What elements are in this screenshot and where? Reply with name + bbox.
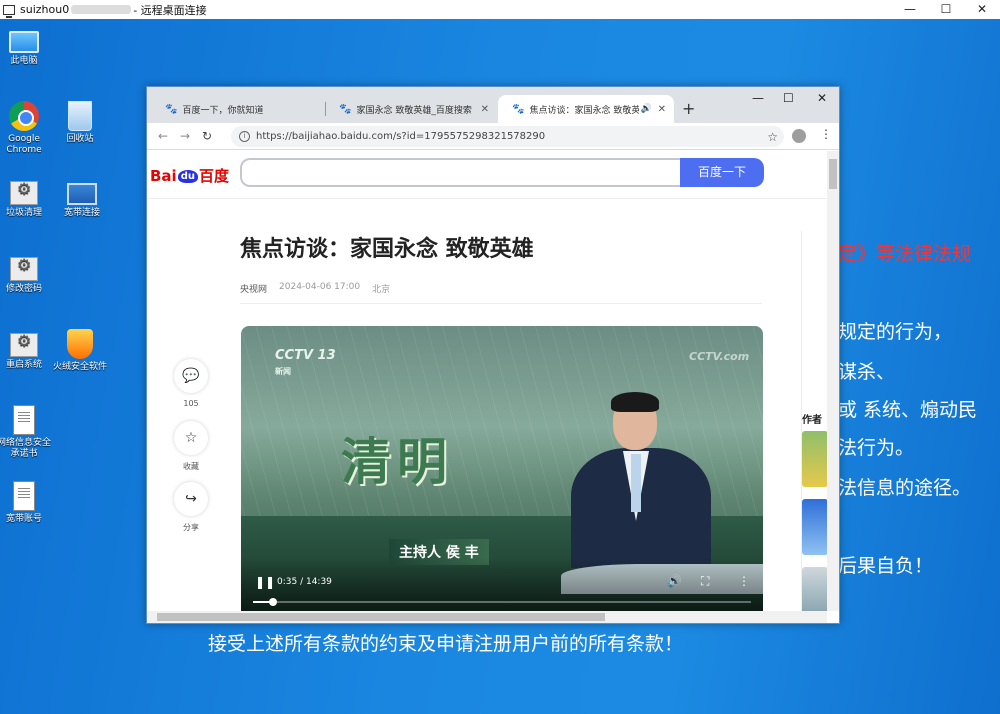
rdp-host: suizhou0 <box>20 3 70 16</box>
remote-desktop-icon <box>3 4 15 18</box>
desktop-icon-change-password[interactable]: 修改密码 <box>0 253 54 295</box>
close-tab-icon[interactable]: ✕ <box>481 104 489 115</box>
article-location: 北京 <box>372 285 391 295</box>
comment-icon: 💬 <box>174 359 208 393</box>
video-player[interactable]: CCTV 13 新闻 CCTV.com 清明 主持人 侯 丰 ❚❚ 0:35 / … <box>241 326 763 611</box>
page-content: Bai du 百度 百度一下 焦点访谈：家国永念 致敬英雄 央视网 2024-04-… <box>147 151 827 611</box>
desktop-icon-security-pledge[interactable]: 网络信息安全承诺书 <box>0 405 54 460</box>
cctv13-logo: CCTV 13 新闻 <box>275 348 336 376</box>
baidu-logo[interactable]: Bai du 百度 <box>150 165 229 186</box>
desktop-icon-chrome[interactable]: Google Chrome <box>0 101 54 156</box>
author-section-title: 作者 <box>802 415 822 426</box>
computer-icon <box>9 31 39 53</box>
more-options-icon[interactable]: ⋮ <box>738 574 750 588</box>
tab-article[interactable]: 🐾 焦点访谈：家国永念 致敬英雄 🔊 ✕ <box>498 95 674 123</box>
tab-baidu-home[interactable]: 🐾 百度一下，你就知道 <box>151 95 326 123</box>
wallpaper-text: 定》等法律法规 <box>838 243 972 265</box>
redacted-hostname <box>71 5 132 14</box>
menu-dots-icon[interactable]: ⋮ <box>820 127 832 141</box>
audio-playing-icon[interactable]: 🔊 <box>641 104 652 114</box>
forward-icon[interactable]: → <box>179 129 191 143</box>
related-thumbnail[interactable] <box>802 499 827 555</box>
huorong-icon <box>67 329 93 359</box>
maximize-button[interactable]: ☐ <box>783 91 794 105</box>
rdp-minimize-button[interactable]: — <box>892 0 928 19</box>
reload-icon[interactable]: ↻ <box>201 129 213 143</box>
address-bar[interactable]: i https://baijiahao.baidu.com/s?id=17955… <box>231 126 784 147</box>
gear-shortcut-icon <box>10 257 38 281</box>
rdp-title-bar: suizhou0 - 远程桌面连接 — ☐ ✕ <box>0 0 1000 19</box>
desktop-icon-broadband-account[interactable]: 宽带账号 <box>0 481 54 525</box>
new-tab-button[interactable]: + <box>682 99 695 118</box>
vertical-scrollbar[interactable] <box>827 151 839 611</box>
volume-icon[interactable]: 🔊 <box>667 574 682 588</box>
gear-shortcut-icon <box>10 181 38 205</box>
desktop-icon-restart[interactable]: 重启系统 <box>0 329 54 371</box>
gear-shortcut-icon <box>10 333 38 357</box>
desktop-icon-this-pc[interactable]: 此电脑 <box>0 25 54 67</box>
article-datetime: 2024-04-06 17:00 <box>279 282 361 292</box>
back-icon[interactable]: ← <box>157 129 169 143</box>
document-icon <box>13 405 35 435</box>
rdp-maximize-button[interactable]: ☐ <box>928 0 964 19</box>
video-progress-track[interactable] <box>253 601 751 603</box>
video-time: 0:35 / 14:39 <box>277 577 332 587</box>
wallpaper-text: 法信息的途径。 <box>838 477 972 499</box>
bookmark-star-icon[interactable]: ☆ <box>767 130 778 144</box>
related-thumbnail[interactable] <box>802 431 827 487</box>
related-thumbnail[interactable] <box>802 567 827 611</box>
article-source[interactable]: 央视网 <box>240 282 267 295</box>
share-button[interactable]: ↪ 分享 <box>174 482 208 533</box>
browser-toolbar: ← → ↻ i https://baijiahao.baidu.com/s?id… <box>147 123 839 150</box>
news-anchor <box>571 392 711 568</box>
cctv-watermark: CCTV.com <box>689 350 750 363</box>
rdp-close-button[interactable]: ✕ <box>964 0 1000 19</box>
wallpaper-text: 法行为。 <box>838 437 915 459</box>
url-text: https://baijiahao.baidu.com/s?id=1795575… <box>256 131 546 142</box>
baidu-paw-icon: 🐾 <box>512 103 525 115</box>
comment-button[interactable]: 💬 105 <box>174 359 208 408</box>
share-icon: ↪ <box>174 482 208 516</box>
desktop-icon-huorong[interactable]: 火绒安全软件 <box>50 329 110 373</box>
horizontal-scrollbar[interactable] <box>147 611 827 623</box>
favorite-button[interactable]: ☆ 收藏 <box>174 421 208 472</box>
network-icon <box>67 183 97 205</box>
program-title-graphic: 清明 <box>341 433 453 491</box>
minimize-button[interactable]: — <box>752 91 764 105</box>
fullscreen-icon[interactable]: ⛶ <box>701 574 709 589</box>
wallpaper-text: 规定的行为， <box>838 321 953 343</box>
close-button[interactable]: ✕ <box>817 91 827 105</box>
wallpaper-text: 接受上述所有条款的约束及申请注册用户前的所有条款！ <box>208 633 684 655</box>
search-input[interactable] <box>240 158 680 187</box>
star-icon: ☆ <box>174 421 208 455</box>
video-progress-handle[interactable] <box>269 598 277 606</box>
desktop-icon-junk-cleanup[interactable]: 垃圾清理 <box>0 177 54 219</box>
article-meta: 央视网 2024-04-06 17:00 北京 <box>240 282 390 295</box>
document-icon <box>13 481 35 511</box>
baidu-paw-icon: 🐾 <box>339 103 352 115</box>
wallpaper-text: 或 系统、煽动民 <box>838 399 978 421</box>
article-title: 焦点访谈：家国永念 致敬英雄 <box>240 237 534 262</box>
chrome-icon <box>9 101 39 131</box>
profile-avatar-icon[interactable] <box>792 129 806 143</box>
wallpaper-text: 后果自负！ <box>838 555 934 577</box>
pause-icon[interactable]: ❚❚ <box>255 575 275 589</box>
wallpaper-text: 谋杀、 <box>838 361 896 383</box>
tab-strip: 🐾 百度一下，你就知道 🐾 家国永念 致敬英雄_百度搜索 ✕ 🐾 焦点访谈：家国… <box>147 87 839 123</box>
tab-baidu-search[interactable]: 🐾 家国永念 致敬英雄_百度搜索 ✕ <box>325 95 497 123</box>
search-button[interactable]: 百度一下 <box>680 158 764 187</box>
info-icon[interactable]: i <box>239 131 250 142</box>
baidu-paw-icon: 🐾 <box>165 103 178 115</box>
right-sidebar: 作者 <box>801 231 827 611</box>
rdp-title: - 远程桌面连接 <box>133 3 207 17</box>
chrome-window: 🐾 百度一下，你就知道 🐾 家国永念 致敬英雄_百度搜索 ✕ 🐾 焦点访谈：家国… <box>146 86 840 624</box>
close-tab-icon[interactable]: ✕ <box>658 104 666 115</box>
desktop-icon-recycle-bin[interactable]: 回收站 <box>50 101 110 145</box>
desktop-icon-broadband[interactable]: 宽带连接 <box>52 177 112 219</box>
recycle-bin-icon <box>68 101 92 131</box>
